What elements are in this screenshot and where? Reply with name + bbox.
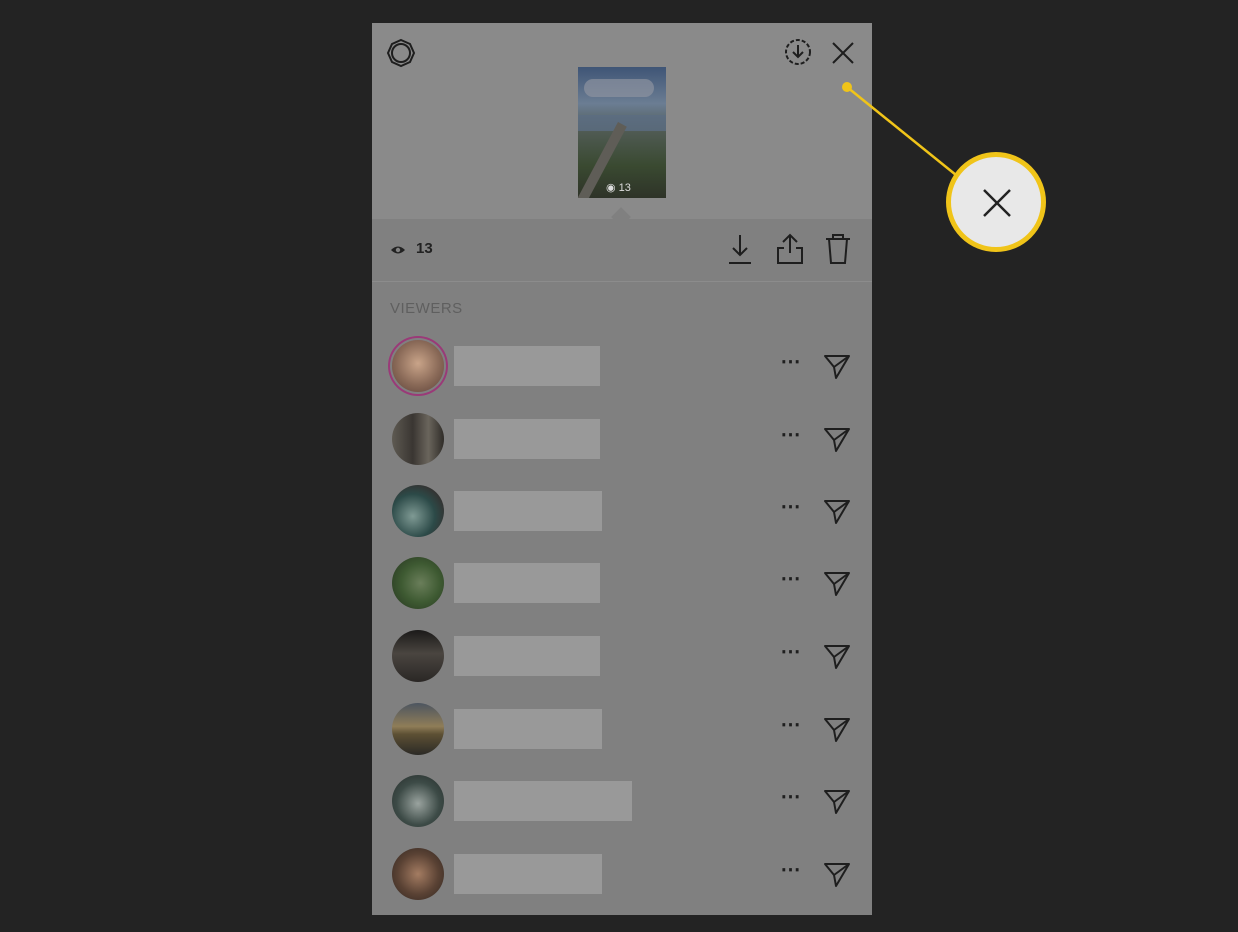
more-options-button[interactable]: ⋯ — [776, 424, 804, 454]
send-icon[interactable] — [822, 859, 852, 889]
eye-icon: ◉ — [606, 182, 616, 194]
viewer-row[interactable]: ⋯ — [372, 478, 872, 544]
view-count: 13 — [416, 240, 433, 257]
avatar[interactable] — [392, 340, 444, 392]
avatar[interactable] — [392, 775, 444, 827]
viewers-heading: VIEWERS — [390, 300, 463, 317]
send-icon[interactable] — [822, 351, 852, 381]
viewer-row[interactable]: ⋯ — [372, 550, 872, 616]
more-options-button[interactable]: ⋯ — [776, 859, 804, 889]
send-icon[interactable] — [822, 568, 852, 598]
share-icon[interactable] — [775, 232, 805, 266]
viewer-name-redacted — [454, 563, 600, 603]
avatar[interactable] — [392, 485, 444, 537]
avatar[interactable] — [392, 557, 444, 609]
trash-icon[interactable] — [824, 232, 852, 266]
close-icon — [981, 187, 1013, 219]
avatar[interactable] — [392, 703, 444, 755]
viewer-row[interactable]: ⋯ — [372, 768, 872, 834]
story-stats-row: 13 — [372, 219, 872, 282]
send-icon[interactable] — [822, 424, 852, 454]
viewer-name-redacted — [454, 709, 602, 749]
thumbnail-view-count: 13 — [618, 182, 631, 194]
avatar[interactable] — [392, 630, 444, 682]
send-icon[interactable] — [822, 496, 852, 526]
more-options-button[interactable]: ⋯ — [776, 786, 804, 816]
send-icon[interactable] — [822, 641, 852, 671]
more-options-button[interactable]: ⋯ — [776, 568, 804, 598]
close-icon[interactable] — [830, 40, 856, 66]
more-options-button[interactable]: ⋯ — [776, 351, 804, 381]
avatar[interactable] — [392, 848, 444, 900]
avatar[interactable] — [392, 413, 444, 465]
viewer-row[interactable]: ⋯ — [372, 623, 872, 689]
viewer-row[interactable]: ⋯ — [372, 333, 872, 399]
viewer-name-redacted — [454, 419, 600, 459]
download-icon[interactable] — [726, 233, 754, 267]
send-icon[interactable] — [822, 714, 852, 744]
close-button-callout — [946, 152, 1046, 252]
more-options-button[interactable]: ⋯ — [776, 714, 804, 744]
viewer-row[interactable]: ⋯ — [372, 841, 872, 907]
send-icon[interactable] — [822, 786, 852, 816]
viewer-name-redacted — [454, 491, 602, 531]
viewer-row[interactable]: ⋯ — [372, 696, 872, 762]
settings-gear-icon[interactable] — [386, 38, 416, 68]
story-preview-area: ◉ 13 — [372, 23, 872, 219]
viewer-name-redacted — [454, 781, 632, 821]
viewer-name-redacted — [454, 854, 602, 894]
viewer-name-redacted — [454, 346, 600, 386]
more-options-button[interactable]: ⋯ — [776, 496, 804, 526]
viewer-name-redacted — [454, 636, 600, 676]
viewer-row[interactable]: ⋯ — [372, 406, 872, 472]
story-viewers-panel: ◉ 13 13 VIEWERS ⋯ ⋯ ⋯ ⋯ ⋯ ⋯ ⋯ ⋯ — [372, 23, 872, 915]
more-options-button[interactable]: ⋯ — [776, 641, 804, 671]
eye-icon — [390, 244, 406, 256]
download-circle-icon[interactable] — [783, 37, 813, 67]
story-thumbnail[interactable]: ◉ 13 — [578, 67, 666, 198]
